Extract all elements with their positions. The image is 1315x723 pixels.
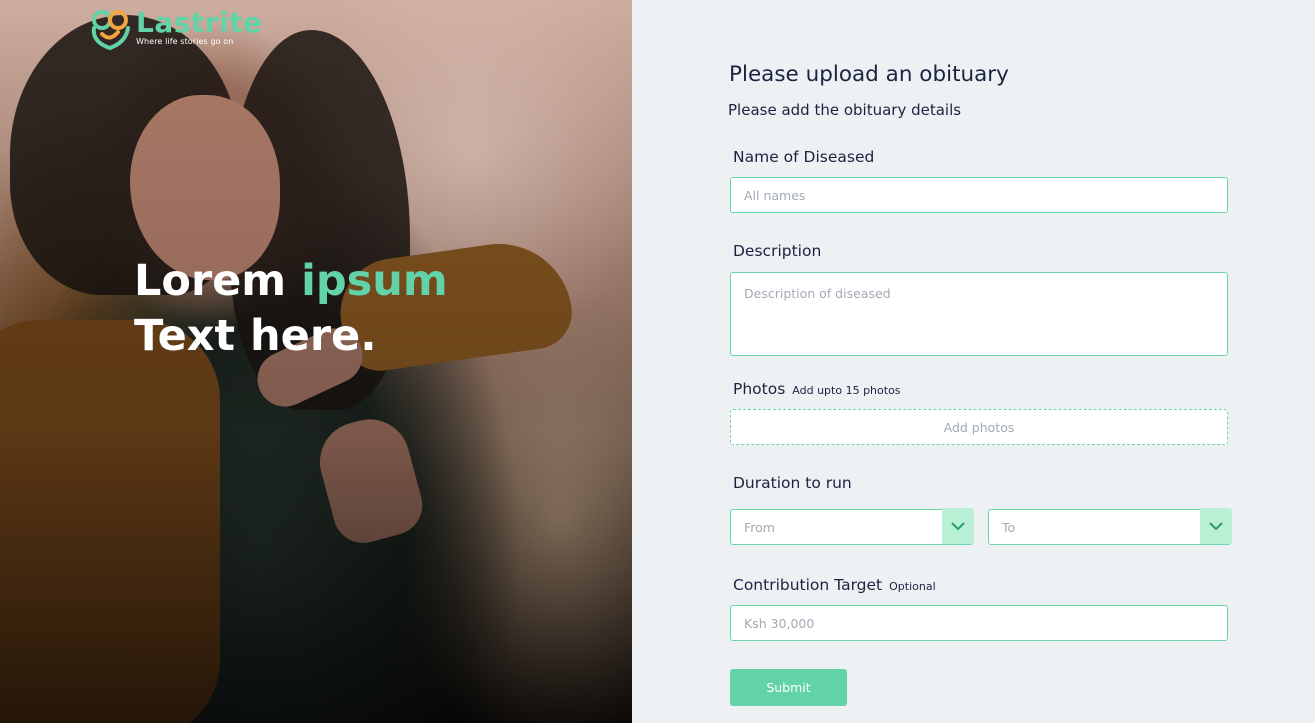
page-subtitle: Please add the obituary details: [728, 101, 962, 119]
brand-name: Lastrite: [136, 6, 263, 39]
contribution-hint: Optional: [889, 580, 936, 593]
contribution-label-row: Contribution Target Optional: [733, 576, 936, 594]
duration-label: Duration to run: [733, 474, 852, 492]
brand-tagline: Where life stories go on: [136, 37, 234, 46]
contribution-input[interactable]: Ksh 30,000: [730, 605, 1228, 641]
hero-panel: Lastrite Where life stories go on Lorem …: [0, 0, 632, 723]
duration-to-select[interactable]: To: [988, 508, 1232, 545]
submit-button[interactable]: Submit: [730, 669, 847, 706]
hero-line1-accent: ipsum: [301, 256, 448, 306]
chevron-down-icon[interactable]: [941, 508, 974, 545]
photos-hint: Add upto 15 photos: [792, 384, 901, 397]
contribution-label: Contribution Target: [733, 576, 883, 594]
description-label: Description: [733, 242, 822, 260]
photos-label: Photos: [733, 380, 786, 398]
logo-heart-icon: [91, 10, 130, 51]
chevron-down-icon[interactable]: [1199, 508, 1232, 545]
hero-headline: Lorem ipsum Text here.: [134, 254, 448, 364]
hero-line2: Text here.: [134, 311, 377, 361]
page-title: Please upload an obituary: [729, 62, 1009, 87]
name-input[interactable]: All names: [730, 177, 1228, 213]
form-panel: Please upload an obituary Please add the…: [632, 0, 1315, 723]
duration-from-select[interactable]: From: [730, 508, 974, 545]
photos-label-row: Photos Add upto 15 photos: [733, 380, 901, 398]
name-label: Name of Diseased: [733, 148, 875, 166]
duration-to-value: To: [1002, 519, 1016, 535]
duration-from-value: From: [744, 519, 775, 535]
add-photos-dropzone[interactable]: Add photos: [730, 409, 1228, 445]
description-textarea[interactable]: Description of diseased: [730, 272, 1228, 356]
brand-logo[interactable]: Lastrite Where life stories go on: [90, 8, 263, 52]
hero-line1-plain: Lorem: [134, 256, 302, 306]
